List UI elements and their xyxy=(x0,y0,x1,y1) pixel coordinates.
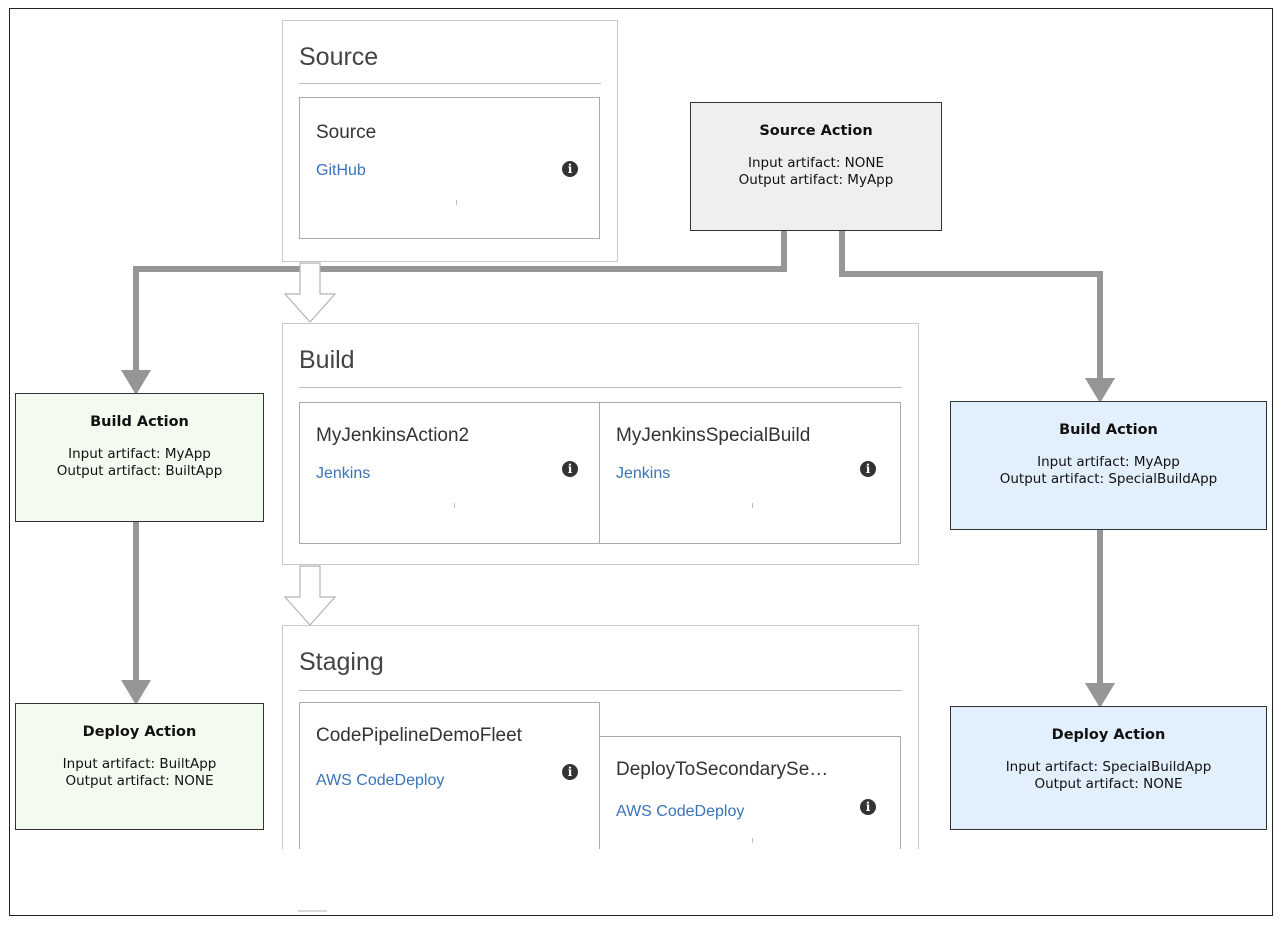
annotation-title: Build Action xyxy=(90,414,189,430)
annotation-title: Source Action xyxy=(759,123,873,139)
connector-source-to-build-right xyxy=(839,231,1103,378)
arrowhead-deploy-right xyxy=(1085,683,1115,708)
annotation-title: Deploy Action xyxy=(1051,727,1166,743)
annotation-input: Input artifact: SpecialBuildApp xyxy=(1005,759,1212,775)
source-action-annotation: Source Action Input artifact: NONE Outpu… xyxy=(690,102,942,231)
annotation-output: Output artifact: SpecialBuildApp xyxy=(999,471,1218,487)
arrowhead-build-right xyxy=(1085,378,1115,403)
transition-arrow-icon xyxy=(283,565,337,626)
deploy-action-annotation-right: Deploy Action Input artifact: SpecialBui… xyxy=(950,706,1267,830)
annotation-input: Input artifact: NONE xyxy=(747,155,885,171)
connector-source-to-build-left xyxy=(133,231,787,370)
annotation-input: Input artifact: BuiltApp xyxy=(62,756,217,772)
annotation-title: Deploy Action xyxy=(82,724,197,740)
annotation-input: Input artifact: MyApp xyxy=(1037,454,1180,470)
annotation-output: Output artifact: MyApp xyxy=(738,172,894,188)
build-action-annotation-right: Build Action Input artifact: MyApp Outpu… xyxy=(950,401,1267,530)
annotation-title: Build Action xyxy=(1059,422,1158,438)
annotation-output: Output artifact: NONE xyxy=(1034,776,1183,792)
arrowhead-deploy-left xyxy=(121,680,151,705)
arrowhead-build-left xyxy=(121,370,151,395)
annotation-output: Output artifact: BuiltApp xyxy=(56,463,223,479)
annotation-output: Output artifact: NONE xyxy=(65,773,214,789)
annotation-input: Input artifact: MyApp xyxy=(68,446,211,462)
deploy-action-annotation-left: Deploy Action Input artifact: BuiltApp O… xyxy=(15,703,264,830)
build-action-annotation-left: Build Action Input artifact: MyApp Outpu… xyxy=(15,393,264,522)
